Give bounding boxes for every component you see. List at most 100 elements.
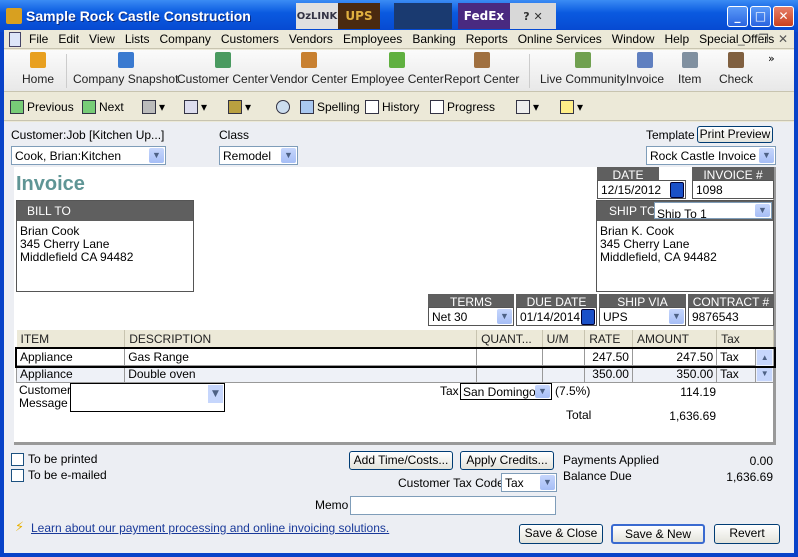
- cell-rate[interactable]: 247.50: [584, 348, 633, 366]
- checkbox[interactable]: [11, 453, 24, 467]
- icon-bar-customer-center[interactable]: Customer Center: [177, 52, 268, 86]
- column-header-item[interactable]: ITEM: [16, 330, 126, 349]
- previous-button[interactable]: Previous: [10, 100, 74, 114]
- dropdown-arrow-icon[interactable]: ▾: [201, 100, 207, 114]
- scroll-up-icon[interactable]: ▲: [757, 350, 772, 365]
- icon-bar-report-center[interactable]: Report Center: [444, 52, 519, 86]
- add-time-costs-button[interactable]: Add Time/Costs...: [349, 451, 453, 470]
- cell-tax[interactable]: Tax: [716, 348, 757, 366]
- tax-item-select[interactable]: San Domingo ▼: [460, 383, 552, 400]
- ship-via-select[interactable]: UPS ▼: [599, 307, 686, 326]
- cell-rate[interactable]: 350.00: [584, 365, 633, 383]
- apply-credits-button[interactable]: Apply Credits...: [460, 451, 554, 470]
- menu-reports[interactable]: Reports: [466, 32, 508, 46]
- menu-window[interactable]: Window: [612, 32, 655, 46]
- chevron-down-icon[interactable]: ▼: [540, 475, 555, 490]
- chevron-down-icon[interactable]: ▼: [535, 385, 550, 398]
- chevron-down-icon[interactable]: ▼: [669, 309, 684, 324]
- table-row[interactable]: Appliance Double oven 350.00 350.00 Tax: [15, 365, 774, 383]
- cell-description[interactable]: Gas Range: [124, 348, 478, 366]
- bill-to-address[interactable]: Brian Cook 345 Cherry Lane Middlefield CA …: [17, 221, 193, 268]
- icon-bar-company-snapshot[interactable]: Company Snapshot: [73, 52, 178, 86]
- date-field[interactable]: 12/15/2012: [597, 180, 686, 199]
- chevron-down-icon[interactable]: ▼: [755, 204, 770, 217]
- cell-description[interactable]: Double oven: [124, 365, 478, 383]
- icon-bar-item[interactable]: Item: [678, 52, 701, 86]
- cell-item[interactable]: Appliance: [15, 348, 126, 366]
- save-close-button[interactable]: Save & Close: [519, 524, 603, 544]
- maximize-button[interactable]: □: [750, 6, 771, 27]
- spelling-button[interactable]: Spelling: [300, 100, 360, 114]
- doc-restore-icon[interactable]: ❐: [758, 32, 769, 46]
- to-be-emailed-checkbox[interactable]: To be e-mailed: [11, 468, 107, 483]
- progress-button[interactable]: Progress: [430, 100, 495, 114]
- icon-bar-home[interactable]: Home: [22, 52, 54, 86]
- chevron-down-icon[interactable]: ▼: [497, 309, 512, 324]
- dropdown-arrow-icon[interactable]: ▾: [577, 100, 583, 114]
- column-header-rate[interactable]: RATE: [584, 330, 633, 349]
- email-button[interactable]: ▾: [184, 100, 207, 114]
- menu-lists[interactable]: Lists: [125, 32, 150, 46]
- checkbox[interactable]: [11, 469, 24, 483]
- revert-button[interactable]: Revert: [714, 524, 780, 544]
- menu-company[interactable]: Company: [160, 32, 211, 46]
- customer-job-select[interactable]: Cook, Brian:Kitchen ▼: [11, 146, 166, 165]
- ship-button[interactable]: ▾: [228, 100, 251, 114]
- doc-minimize-icon[interactable]: _: [738, 32, 745, 46]
- chevron-down-icon[interactable]: ▼: [149, 148, 164, 163]
- cell-item[interactable]: Appliance: [15, 365, 126, 383]
- print-preview-button[interactable]: Print Preview: [697, 126, 773, 143]
- customer-tax-code-select[interactable]: Tax ▼: [501, 473, 557, 492]
- class-select[interactable]: Remodel ▼: [219, 146, 298, 165]
- to-be-printed-checkbox[interactable]: To be printed: [11, 452, 97, 467]
- column-header-tax[interactable]: Tax: [716, 330, 774, 349]
- table-row[interactable]: Appliance Gas Range 247.50 247.50 Tax ▲ ▼: [14, 346, 776, 383]
- icon-bar-live-community[interactable]: Live Community: [540, 52, 626, 86]
- table-scrollbar[interactable]: ▲ ▼: [755, 348, 774, 383]
- cell-quantity[interactable]: [476, 348, 543, 366]
- cell-amount[interactable]: 350.00: [631, 365, 718, 383]
- menu-online-services[interactable]: Online Services: [518, 32, 602, 46]
- column-header-quantity[interactable]: QUANT...: [476, 330, 543, 349]
- icon-bar-employee-center[interactable]: Employee Center: [351, 52, 444, 86]
- chevron-down-icon[interactable]: ▼: [208, 385, 223, 403]
- chevron-down-icon[interactable]: ▼: [281, 148, 296, 163]
- invoice-number-field[interactable]: 1098: [692, 180, 774, 199]
- menu-vendors[interactable]: Vendors: [289, 32, 333, 46]
- menu-customers[interactable]: Customers: [221, 32, 279, 46]
- calendar-icon[interactable]: [581, 309, 595, 325]
- memo-input[interactable]: [350, 496, 556, 515]
- cell-quantity[interactable]: [476, 365, 543, 383]
- menu-help[interactable]: Help: [664, 32, 689, 46]
- learn-payment-link[interactable]: Learn about our payment processing and o…: [31, 521, 389, 535]
- customer-message-select[interactable]: ▼: [70, 383, 225, 412]
- dropdown-arrow-icon[interactable]: ▾: [159, 100, 165, 114]
- due-date-field[interactable]: 01/14/2014: [516, 307, 597, 326]
- usps-logo[interactable]: [394, 3, 452, 29]
- minimize-button[interactable]: _: [727, 6, 748, 27]
- dropdown-arrow-icon[interactable]: ▾: [245, 100, 251, 114]
- contract-field[interactable]: 9876543: [688, 307, 774, 326]
- ups-logo[interactable]: UPS: [338, 3, 380, 29]
- menu-banking[interactable]: Banking: [412, 32, 455, 46]
- menu-edit[interactable]: Edit: [58, 32, 79, 46]
- find-button[interactable]: [276, 100, 290, 114]
- cell-um[interactable]: [541, 348, 586, 366]
- column-header-amount[interactable]: AMOUNT: [632, 330, 718, 349]
- menu-file[interactable]: File: [29, 32, 48, 46]
- ozlink-logo[interactable]: OzLINK: [296, 3, 338, 29]
- scroll-down-icon[interactable]: ▼: [757, 366, 772, 381]
- icon-bar-check[interactable]: Check: [719, 52, 753, 86]
- more-chevron-icon[interactable]: »: [768, 52, 775, 65]
- calendar-icon[interactable]: [670, 182, 684, 198]
- template-select[interactable]: Rock Castle Invoice ▼: [646, 146, 776, 165]
- icon-bar-invoice[interactable]: Invoice: [626, 52, 664, 86]
- ship-to-address[interactable]: Brian K. Cook 345 Cherry Lane Middlefield,…: [597, 221, 773, 268]
- letters-button[interactable]: ▾: [516, 100, 539, 114]
- icon-bar-vendor-center[interactable]: Vendor Center: [270, 52, 347, 86]
- cell-um[interactable]: [541, 365, 586, 383]
- save-new-button[interactable]: Save & New: [611, 524, 705, 544]
- menu-view[interactable]: View: [89, 32, 115, 46]
- chevron-down-icon[interactable]: ▼: [759, 148, 774, 163]
- ship-to-select[interactable]: Ship To 1 ▼: [654, 202, 772, 219]
